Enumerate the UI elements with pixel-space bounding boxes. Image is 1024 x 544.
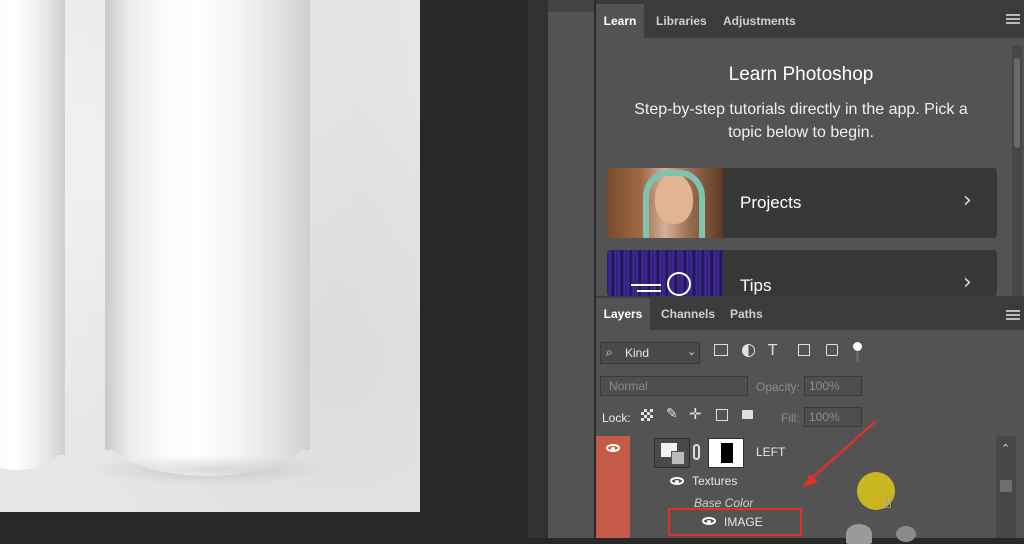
tips-label: Tips	[740, 276, 772, 295]
lock-artboard-icon[interactable]	[716, 409, 728, 421]
smart-object-filter-icon[interactable]	[826, 344, 838, 356]
tab-layers[interactable]: Layers	[596, 298, 650, 330]
opacity-value: 100%	[809, 379, 840, 393]
filter-toggle-track	[856, 352, 859, 362]
chevron-right-icon: ›	[963, 270, 972, 295]
kind-filter-select[interactable]: ⌕ Kind ⌄	[600, 342, 700, 364]
eye-icon[interactable]	[606, 444, 620, 452]
layer-name: LEFT	[756, 445, 786, 459]
search-icon: ⌕	[606, 345, 613, 359]
layer-mask-thumbnail[interactable]	[708, 438, 744, 468]
learn-scrollbar[interactable]	[1012, 46, 1022, 296]
learn-description: Step-by-step tutorials directly in the a…	[634, 101, 968, 141]
collapsed-panel-strip	[548, 0, 594, 538]
opacity-label: Opacity:	[756, 380, 801, 394]
lock-label: Lock:	[602, 411, 631, 425]
projects-card[interactable]: Projects ›	[607, 168, 997, 238]
layers-scrollbar[interactable]: ⌃	[996, 436, 1016, 538]
blend-mode-select[interactable]: Normal	[600, 376, 748, 396]
projects-label: Projects	[740, 193, 802, 212]
lock-all-icon[interactable]	[742, 410, 753, 419]
layers-panel: Layers Channels Paths ⌕ Kind ⌄ T Normal …	[596, 296, 1024, 544]
adjustment-filter-icon[interactable]	[742, 344, 755, 357]
learn-panel: Learn Libraries Adjustments Learn Photos…	[596, 0, 1024, 296]
tab-channels[interactable]: Channels	[661, 298, 715, 330]
opacity-field[interactable]: 100%	[804, 376, 862, 396]
chevron-down-icon: ⌄	[687, 345, 697, 358]
chevron-right-icon: ›	[963, 188, 972, 213]
projects-thumbnail	[607, 168, 723, 238]
tips-thumbnail	[607, 250, 723, 296]
smart-object-thumbnail	[654, 438, 690, 468]
tab-adjustments[interactable]: Adjustments	[723, 4, 796, 38]
eye-icon[interactable]	[670, 477, 684, 485]
hand-cursor-icon: ☝	[881, 492, 892, 513]
effect-name: Textures	[692, 474, 738, 488]
lock-transparent-pixels-icon[interactable]	[641, 409, 653, 421]
type-filter-icon[interactable]: T	[768, 341, 777, 359]
left-cylinder-base	[0, 440, 65, 470]
shape-filter-icon[interactable]	[798, 344, 810, 356]
kind-filter-label: Kind	[625, 346, 650, 360]
effect-name: IMAGE	[724, 515, 763, 529]
document-canvas[interactable]	[0, 0, 420, 512]
strip-header	[548, 0, 594, 12]
filter-toggle-icon[interactable]	[853, 342, 862, 351]
tab-paths[interactable]: Paths	[730, 298, 763, 330]
drag-shape-icon	[846, 524, 872, 544]
blend-mode-value: Normal	[609, 379, 648, 393]
scrollbar-thumb[interactable]	[1000, 480, 1012, 492]
cylinder-shadow	[90, 455, 330, 485]
drag-shape-icon-2	[896, 526, 916, 542]
link-icon[interactable]	[693, 444, 700, 460]
image-filter-icon[interactable]	[714, 344, 728, 356]
left-cylinder	[0, 0, 65, 455]
lock-position-icon[interactable]: ✛	[689, 405, 702, 423]
layer-effect-image[interactable]: IMAGE	[668, 508, 802, 536]
learn-title: Learn Photoshop	[728, 64, 874, 85]
chevron-up-icon[interactable]: ⌃	[1001, 442, 1010, 455]
center-cylinder	[105, 0, 310, 450]
lock-image-pixels-icon[interactable]: ✎	[666, 406, 678, 422]
tips-card[interactable]: Tips ›	[607, 250, 997, 296]
tab-libraries[interactable]: Libraries	[656, 4, 707, 38]
tab-learn[interactable]: Learn	[596, 4, 644, 38]
panel-menu-icon[interactable]	[1006, 310, 1020, 320]
eye-icon[interactable]	[702, 517, 716, 525]
panel-menu-icon[interactable]	[1006, 14, 1020, 24]
dock-divider	[528, 0, 548, 538]
